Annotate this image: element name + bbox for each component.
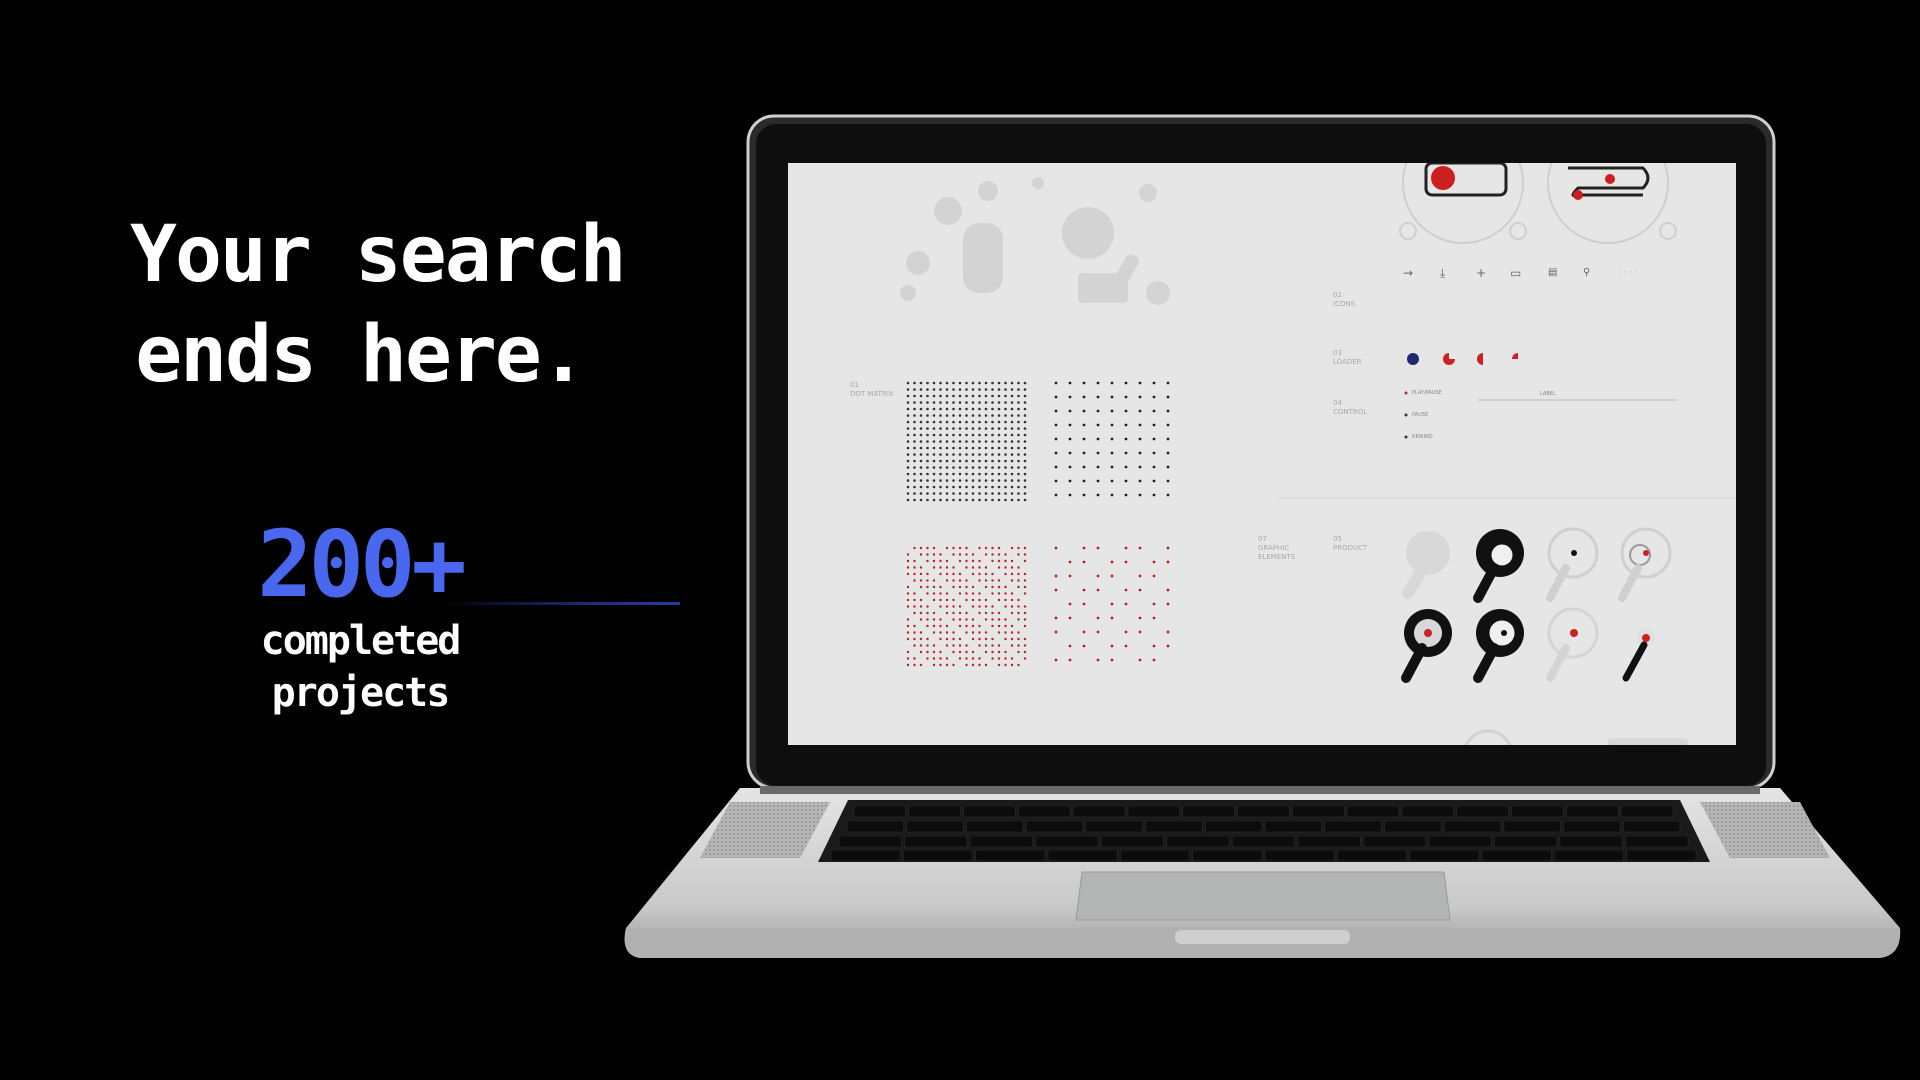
laptop-screen: 01 DOT MATRIX 02 ICONS 03 LOADER 04 CONT… <box>788 163 1736 745</box>
control-rewind: REWIND <box>1412 434 1433 440</box>
toggle-icon: ▭ <box>1510 266 1522 280</box>
label-dot-matrix: 01 DOT MATRIX <box>850 381 894 398</box>
label-graphic-elements: 07 GRAPHIC ELEMENTS <box>1258 535 1296 561</box>
dots-icon: · · · · <box>1618 268 1639 278</box>
control-play-pause: PLAY/PAUSE <box>1412 390 1442 396</box>
trackpad <box>1075 871 1451 921</box>
search-icon: ⚲ <box>1583 267 1591 278</box>
arrow-right-icon: → <box>1403 266 1414 280</box>
label-loader: 03 LOADER <box>1333 349 1362 366</box>
laptop-mockup: 01 DOT MATRIX 02 ICONS 03 LOADER 04 CONT… <box>0 0 1920 1080</box>
label-icons: 02 ICONS <box>1333 291 1356 308</box>
keyboard-icon: ▤ <box>1548 267 1558 278</box>
control-slider-label: LABEL <box>1540 391 1556 397</box>
download-icon: ⤓ <box>1440 266 1446 280</box>
control-pause: PAUSE <box>1412 412 1429 418</box>
plus-icon: + <box>1476 266 1487 280</box>
label-product: 05 PRODUCT <box>1333 535 1368 552</box>
label-control: 04 CONTROL <box>1333 399 1368 416</box>
screen-artwork <box>900 163 1736 745</box>
